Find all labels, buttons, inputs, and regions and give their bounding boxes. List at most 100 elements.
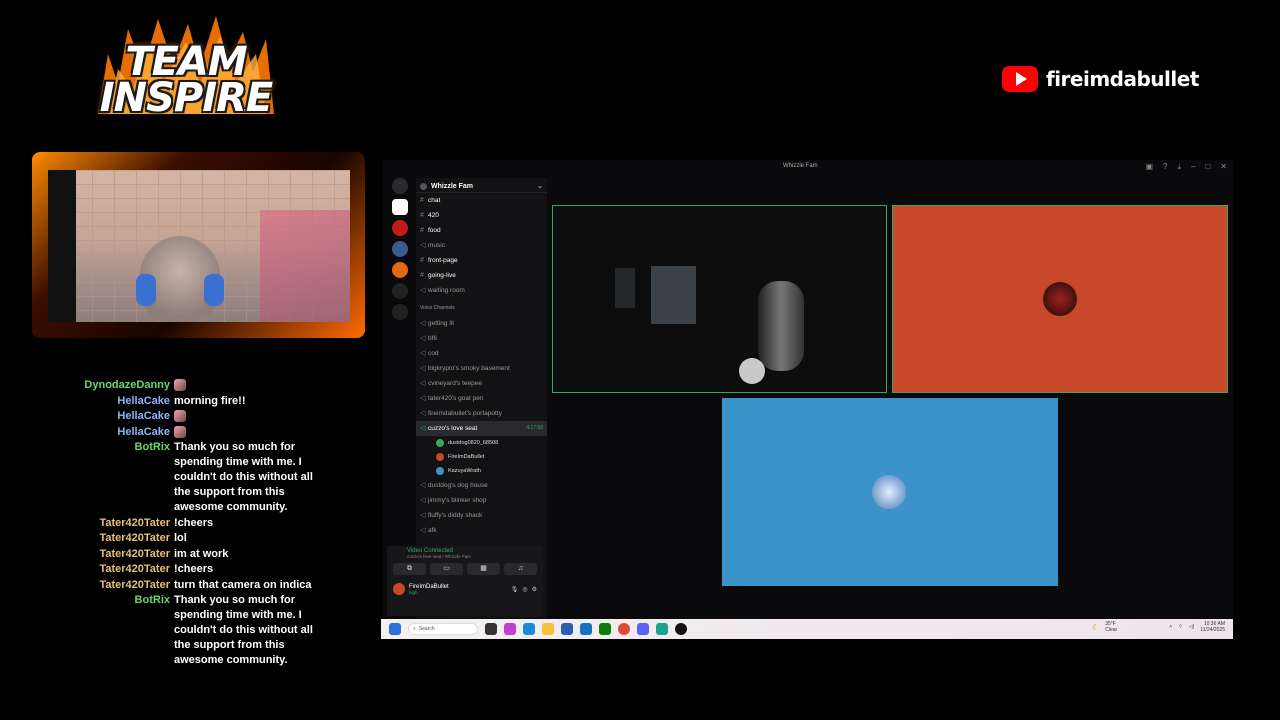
- chrome-icon[interactable]: [618, 623, 630, 635]
- speaker-icon: ◁: [420, 242, 426, 249]
- hash-icon: #: [420, 272, 424, 279]
- clock-date[interactable]: 11/24/2025: [1200, 627, 1225, 633]
- emote-icon: [174, 410, 186, 423]
- voice-channel[interactable]: ◁ tater420's goat pen: [416, 391, 547, 406]
- voice-channel[interactable]: ◁ getting lit: [416, 316, 547, 331]
- start-icon[interactable]: [389, 623, 401, 635]
- file-explorer-icon[interactable]: [542, 623, 554, 635]
- channel-label: fluffy's diddy shack: [428, 512, 483, 519]
- windows-taskbar: ⌕ Search ☾ 35°F Clear ˄ ⌔ ◁) 10:36 AM 11…: [381, 619, 1233, 639]
- server-header[interactable]: Whizzle Fam ⌄: [416, 178, 547, 193]
- active-voice-channel[interactable]: ◁ cuzzo's love seat 4:17:58: [416, 421, 547, 436]
- channel-chat[interactable]: # chat: [416, 193, 547, 208]
- search-placeholder: Search: [418, 626, 435, 632]
- avatar[interactable]: [393, 583, 405, 595]
- speaker-icon: ◁: [420, 335, 426, 342]
- discord-icon[interactable]: [637, 623, 649, 635]
- window-light: [651, 266, 696, 324]
- speaker-icon: ◁: [420, 365, 426, 372]
- channel-label: fireimdabullet's portapotty: [428, 410, 502, 417]
- mic-icon[interactable]: 🎙: [511, 586, 519, 593]
- voice-channel[interactable]: ◁ dustdog's dog house: [416, 478, 547, 493]
- inbox-icon[interactable]: ▣: [1145, 162, 1153, 172]
- help-icon[interactable]: ?: [1163, 162, 1167, 172]
- speaker-icon: ◁: [420, 380, 426, 387]
- server-avatar-icon: [420, 182, 427, 190]
- network-icon[interactable]: ⌔: [1178, 624, 1183, 630]
- search-icon: ⌕: [413, 626, 416, 632]
- current-user-status: high: [409, 589, 418, 595]
- server-list: [386, 178, 408, 325]
- search-input[interactable]: ⌕ Search: [408, 623, 478, 635]
- voice-channel[interactable]: ◁ bigkrypto's smoky basement: [416, 361, 547, 376]
- edge-icon[interactable]: [523, 623, 535, 635]
- channel-music[interactable]: ◁ music: [416, 238, 547, 253]
- voice-channel[interactable]: ◁ cod: [416, 346, 547, 361]
- channel-label: dustdog's dog house: [428, 482, 488, 489]
- channel-waiting-room[interactable]: ◁ waiting room: [416, 283, 547, 298]
- voice-channel[interactable]: ◁ fireimdabullet's portapotty: [416, 406, 547, 421]
- headphones-icon[interactable]: ◎: [522, 586, 527, 593]
- chat-username: Tater420Tater: [99, 563, 170, 575]
- voice-channel[interactable]: ◁ afk: [416, 523, 547, 538]
- task-view-icon[interactable]: [485, 623, 497, 635]
- speaker-icon: ◁: [420, 395, 426, 402]
- headphone-left: [136, 274, 156, 306]
- screen-share-button[interactable]: ▭: [430, 563, 463, 575]
- voice-category-header[interactable]: Voice Channels: [416, 301, 547, 316]
- voice-user[interactable]: dustdog0820_68508: [416, 436, 547, 450]
- chat-message: HellaCake morning fire!!: [60, 394, 380, 409]
- app-icon[interactable]: [656, 623, 668, 635]
- voice-user[interactable]: KazuyaWrath: [416, 464, 547, 478]
- outlook-icon[interactable]: [580, 623, 592, 635]
- discord-home-icon[interactable]: [392, 178, 408, 194]
- chat-message: DynodazeDanny: [60, 378, 380, 393]
- camera-button[interactable]: ⧉: [393, 563, 426, 575]
- window-title: Whizzle Fam: [783, 163, 818, 169]
- activities-button[interactable]: ▦: [467, 563, 500, 575]
- call-timer: 4:17:58: [526, 425, 543, 431]
- video-tile-user3[interactable]: [722, 398, 1058, 586]
- weather-icon: ☾: [1092, 622, 1100, 632]
- copilot-icon[interactable]: [504, 623, 516, 635]
- speaker-icon: ◁: [420, 482, 426, 489]
- voice-channel[interactable]: ◁ jimmy's blinker shop: [416, 493, 547, 508]
- channel-label: jimmy's blinker shop: [428, 497, 487, 504]
- chat-message: HellaCake: [60, 425, 380, 440]
- chat-text: Thank you so much for spending time with…: [174, 441, 313, 513]
- system-tray: ☾ 35°F Clear ˄ ⌔ ◁) 10:36 AM 11/24/2025: [1092, 621, 1225, 633]
- voice-channel[interactable]: ◁ bf6: [416, 331, 547, 346]
- settings-gear-icon[interactable]: ⚙: [532, 586, 537, 593]
- soundboard-button[interactable]: ♫: [504, 563, 537, 575]
- chevron-up-icon[interactable]: ˄: [1169, 624, 1172, 630]
- close-icon[interactable]: ✕: [1220, 162, 1227, 172]
- chat-username: HellaCake: [117, 425, 170, 438]
- server-icon-orange[interactable]: [392, 262, 408, 278]
- minimize-icon[interactable]: –: [1191, 162, 1195, 172]
- video-tile-camera[interactable]: [552, 205, 887, 393]
- obs-icon[interactable]: [675, 623, 687, 635]
- voice-channel[interactable]: ◁ fluffy's diddy shack: [416, 508, 547, 523]
- volume-icon[interactable]: ◁): [1189, 624, 1195, 630]
- server-icon-whizzle[interactable]: [392, 199, 408, 215]
- voice-channel[interactable]: ◁ cvineyard's teepee: [416, 376, 547, 391]
- store-icon[interactable]: [561, 623, 573, 635]
- xbox-icon[interactable]: [599, 623, 611, 635]
- channel-420[interactable]: #420: [416, 208, 547, 223]
- headphone-right: [204, 274, 224, 306]
- server-icon-red[interactable]: [392, 220, 408, 236]
- channel-food[interactable]: # food: [416, 223, 547, 238]
- download-icon[interactable]: ⤓: [1177, 162, 1181, 172]
- voice-user-name: KazuyaWrath: [448, 468, 481, 474]
- channel-front-page[interactable]: # front-page: [416, 253, 547, 268]
- voice-user[interactable]: FireImDaBullet: [416, 450, 547, 464]
- speaker-icon: ◁: [420, 287, 426, 294]
- add-server-icon[interactable]: [392, 283, 408, 299]
- maximize-icon[interactable]: □: [1205, 162, 1210, 172]
- channel-going-live[interactable]: # going-live: [416, 268, 547, 283]
- emote-icon: [174, 379, 186, 392]
- discover-icon[interactable]: [392, 304, 408, 320]
- server-icon-blue[interactable]: [392, 241, 408, 257]
- video-tile-user2[interactable]: [892, 205, 1228, 393]
- chat-message: Tater420Tater !cheers: [60, 562, 380, 577]
